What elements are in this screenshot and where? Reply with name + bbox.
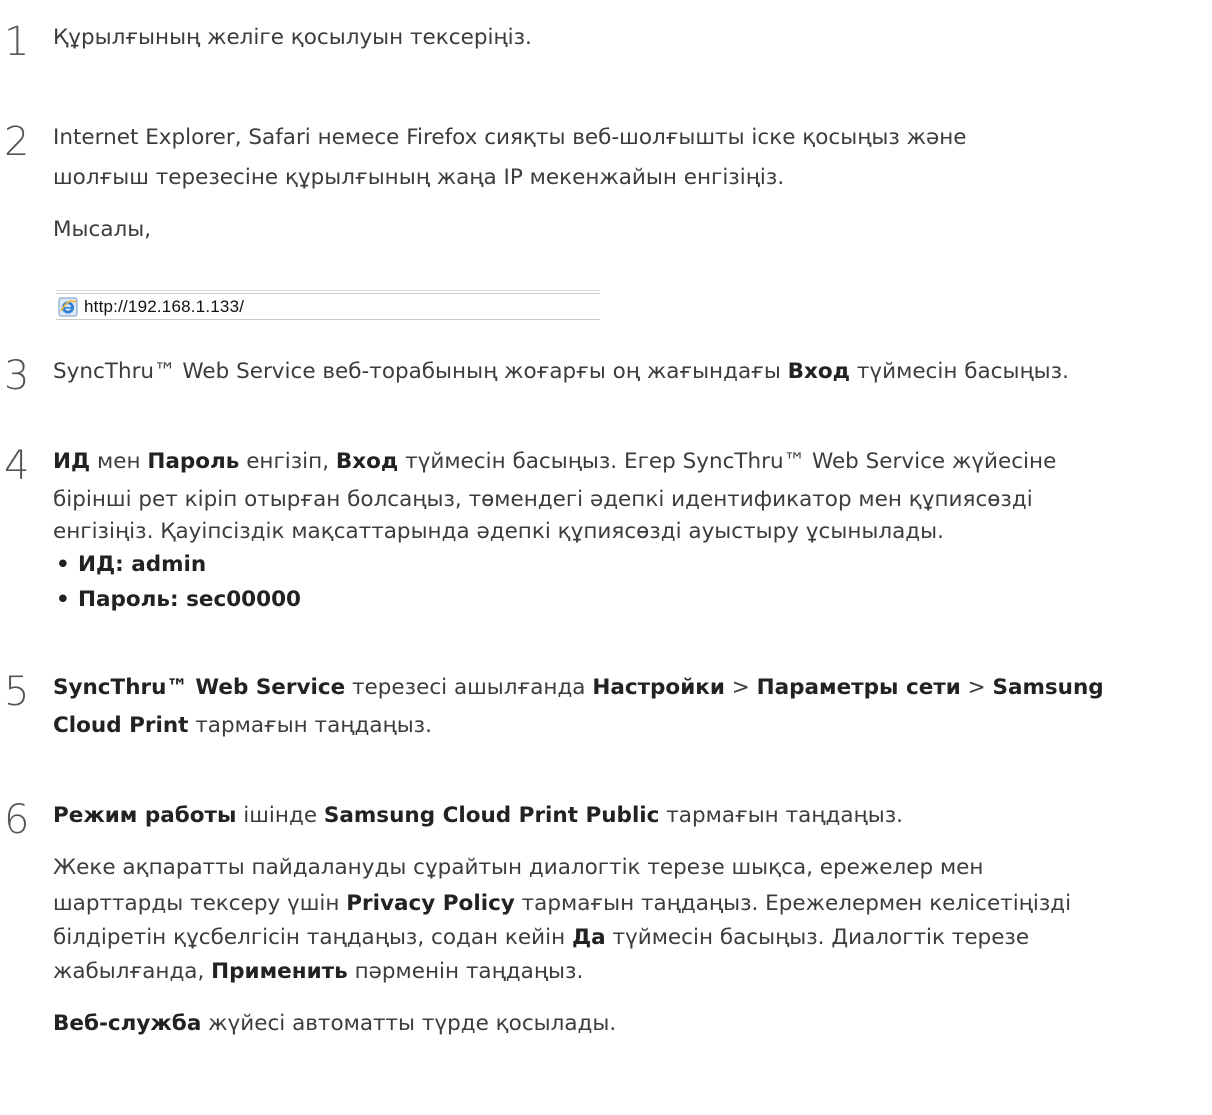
- step-5-network-label: Параметры сети: [756, 675, 961, 700]
- step-3-text-pre: SyncThru™ Web Service веб-торабының жоға…: [53, 359, 788, 384]
- step-6-final-line: Веб-служба жүйесі автоматты түрде қосыла…: [53, 1008, 616, 1040]
- step-6-para-line-4: жабылғанда, Применить пәрменін таңдаңыз.: [53, 956, 583, 988]
- step-6-public-label: Samsung Cloud Print Public: [323, 803, 660, 828]
- step-1-number: 1: [4, 19, 30, 65]
- browser-address-bar: http://192.168.1.133/: [56, 290, 600, 320]
- step-4-line-3: енгізіңіз. Қауіпсіздік мақсаттарында әде…: [53, 519, 944, 544]
- step-6-para-line-1: Жеке ақпаратты пайдалануды сұрайтын диал…: [53, 855, 984, 880]
- step-5-number: 5: [4, 669, 30, 715]
- bullet-password-text: Пароль: sec00000: [78, 587, 302, 612]
- step-4-text-1: мен: [90, 449, 148, 474]
- step-5-settings-label: Настройки: [592, 675, 725, 700]
- step-3-text-post: түймесін басыңыз.: [850, 359, 1069, 384]
- step-4-password-label: Пароль: [147, 449, 240, 474]
- step-4-login-label: Вход: [335, 449, 399, 474]
- step-4-line-1: ИД мен Пароль енгізіп, Вход түймесін бас…: [53, 446, 1056, 478]
- step-5-text-2: тармағын таңдаңыз.: [188, 713, 432, 738]
- step-4-number: 4: [4, 443, 30, 489]
- step-5-text-1: терезесі ашылғанда: [345, 675, 593, 700]
- step-5-separator-2: >: [960, 675, 993, 700]
- step-6-apply-label: Применить: [211, 959, 348, 984]
- step-4-text-3: түймесін басыңыз. Егер SyncThru™ Web Ser…: [398, 449, 1057, 474]
- step-6-p3-post: түймесін басыңыз. Диалогтік терезе: [605, 925, 1030, 950]
- step-4-bullet-password: • Пароль: sec00000: [56, 584, 301, 616]
- step-4-text-2: енгізіп,: [239, 449, 336, 474]
- bullet-dot: •: [56, 587, 70, 612]
- step-6-p2-post: тармағын таңдаңыз. Ережелермен келісетің…: [514, 891, 1072, 916]
- step-3-number: 3: [4, 353, 30, 399]
- step-6-p4-post: пәрменін таңдаңыз.: [347, 959, 584, 984]
- step-6-para-line-3: білдіретін құсбелгісін таңдаңыз, содан к…: [53, 922, 1029, 954]
- step-6-final-text: жүйесі автоматты түрде қосылады.: [201, 1011, 617, 1036]
- step-1-text: Құрылғының желіге қосылуын тексеріңіз.: [53, 25, 532, 50]
- step-4-id-label: ИД: [53, 449, 91, 474]
- step-4-bullet-id: • ИД: admin: [56, 549, 206, 581]
- step-4-line-2: бірінші рет кіріп отырған болсаңыз, төме…: [53, 487, 1033, 512]
- bullet-dot: •: [56, 552, 70, 577]
- step-5-cloud-print-label: Cloud Print: [53, 713, 189, 738]
- step-3-login-label: Вход: [787, 359, 851, 384]
- step-6-para-line-2: шарттарды тексеру үшін Privacy Policy та…: [53, 888, 1071, 920]
- step-5-syncthru-label: SyncThru™ Web Service: [53, 675, 346, 700]
- step-6-text-2: тармағын таңдаңыз.: [659, 803, 903, 828]
- step-6-number: 6: [4, 797, 30, 843]
- step-6-p4-pre: жабылғанда,: [53, 959, 212, 984]
- step-5-line-1: SyncThru™ Web Service терезесі ашылғанда…: [53, 672, 1104, 704]
- step-5-line-2: Cloud Print тармағын таңдаңыз.: [53, 710, 432, 742]
- step-6-web-service-label: Веб-служба: [53, 1011, 202, 1036]
- step-6-text-1: ішінде: [236, 803, 324, 828]
- step-2-line-1: Internet Explorer, Safari немесе Firefox…: [53, 125, 967, 150]
- step-2-number: 2: [4, 119, 30, 165]
- step-6-mode-label: Режим работы: [53, 803, 237, 828]
- step-2-line-2: шолғыш терезесіне құрылғының жаңа IP мек…: [53, 165, 785, 190]
- step-6-p2-pre: шарттарды тексеру үшін: [53, 891, 347, 916]
- step-6-privacy-policy-label: Privacy Policy: [346, 891, 515, 916]
- step-6-line-1: Режим работы ішінде Samsung Cloud Print …: [53, 800, 903, 832]
- step-5-samsung-label: Samsung: [992, 675, 1104, 700]
- step-3-text: SyncThru™ Web Service веб-торабының жоға…: [53, 356, 1069, 388]
- step-6-yes-label: Да: [571, 925, 606, 950]
- url-text: http://192.168.1.133/: [84, 296, 245, 316]
- step-5-separator-1: >: [724, 675, 757, 700]
- internet-explorer-icon: [58, 297, 78, 317]
- step-2-example-label: Мысалы,: [53, 217, 152, 242]
- step-6-p3-pre: білдіретін құсбелгісін таңдаңыз, содан к…: [53, 925, 572, 950]
- bullet-id-text: ИД: admin: [78, 552, 207, 577]
